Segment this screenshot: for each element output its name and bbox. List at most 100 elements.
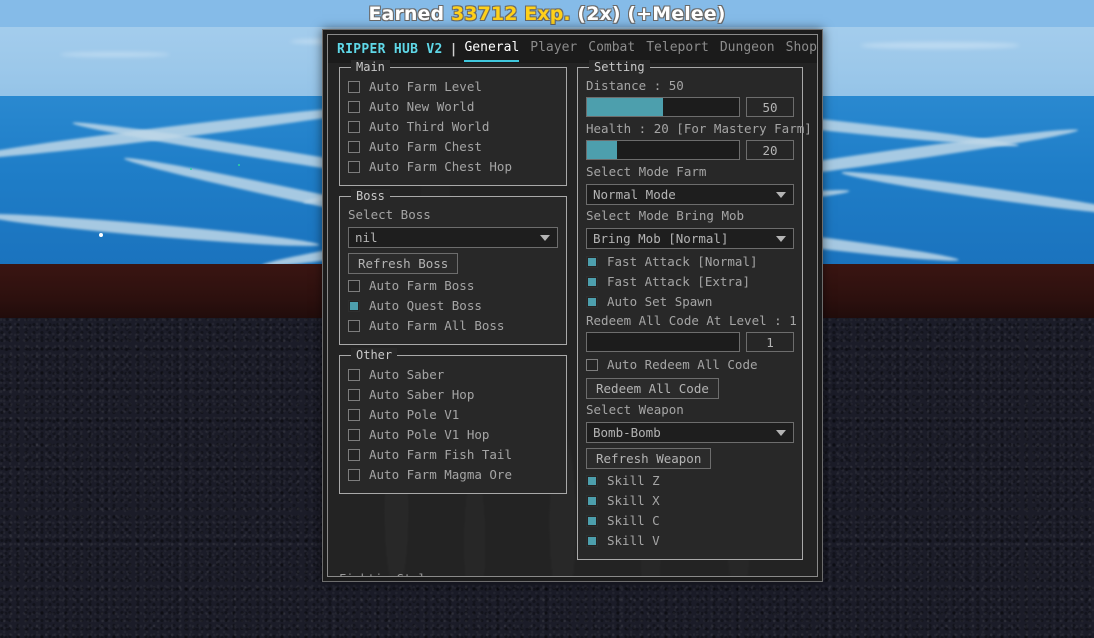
checkbox-box[interactable] [348, 161, 360, 173]
checkbox-box[interactable] [586, 296, 598, 308]
checkbox-skill-v[interactable]: Skill V [586, 531, 794, 551]
select-mode-bring-mob-dropdown[interactable]: Bring Mob [Normal] [586, 228, 794, 249]
checkbox-auto-saber[interactable]: Auto Saber [348, 365, 558, 385]
checkbox-box[interactable] [348, 469, 360, 481]
checkbox-auto-farm-chest-hop[interactable]: Auto Farm Chest Hop [348, 157, 558, 177]
health-value-box[interactable]: 20 [746, 140, 794, 160]
select-boss-value: nil [355, 230, 378, 245]
group-other-legend: Other [351, 348, 398, 362]
select-weapon-value: Bomb-Bomb [593, 425, 661, 440]
checkbox-label: Skill V [607, 533, 660, 548]
checkbox-fast-attack-extra[interactable]: Fast Attack [Extra] [586, 272, 794, 292]
checkbox-auto-farm-level[interactable]: Auto Farm Level [348, 77, 558, 97]
chevron-down-icon [776, 429, 786, 436]
water-sparkle [238, 164, 240, 166]
checkbox-label: Auto Saber Hop [369, 387, 475, 402]
checkbox-auto-new-world[interactable]: Auto New World [348, 97, 558, 117]
checkbox-label: Auto Farm Chest [369, 139, 482, 154]
hub-brand-title: RIPPER HUB V2 [337, 41, 443, 57]
checkbox-box[interactable] [586, 535, 598, 547]
tab-player[interactable]: Player [530, 36, 577, 62]
checkbox-box[interactable] [586, 495, 598, 507]
checkbox-fast-attack-normal[interactable]: Fast Attack [Normal] [586, 252, 794, 272]
checkbox-box[interactable] [348, 389, 360, 401]
right-column: Setting Distance : 50 50 Health : 20 [Fo… [339, 60, 812, 576]
tab-shop[interactable]: Shop [786, 36, 817, 62]
checkbox-label: Auto Redeem All Code [607, 357, 758, 372]
checkbox-label: Skill Z [607, 473, 660, 488]
checkbox-auto-pole-v1[interactable]: Auto Pole V1 [348, 405, 558, 425]
checkbox-box[interactable] [348, 121, 360, 133]
chevron-down-icon [776, 191, 786, 198]
checkbox-label: Auto Farm All Boss [369, 318, 505, 333]
tab-teleport[interactable]: Teleport [646, 36, 709, 62]
checkbox-box[interactable] [586, 276, 598, 288]
checkbox-skill-c[interactable]: Skill C [586, 511, 794, 531]
group-main-legend: Main [351, 60, 390, 74]
checkbox-skill-x[interactable]: Skill X [586, 491, 794, 511]
checkbox-auto-redeem-all-code[interactable]: Auto Redeem All Code [586, 355, 794, 375]
tab-general[interactable]: General [464, 36, 520, 62]
checkbox-auto-quest-boss[interactable]: Auto Quest Boss [348, 296, 558, 316]
exp-notification-banner: Earned 33712 Exp. (2x) (+Melee) [0, 0, 1094, 27]
checkbox-auto-farm-fish-tail[interactable]: Auto Farm Fish Tail [348, 445, 558, 465]
checkbox-auto-farm-magma-ore[interactable]: Auto Farm Magma Ore [348, 465, 558, 485]
checkbox-box[interactable] [586, 359, 598, 371]
white-dot [99, 233, 103, 237]
redeem-level-label: Redeem All Code At Level : 1 [586, 313, 797, 328]
checkbox-box[interactable] [586, 475, 598, 487]
cloud [860, 42, 1020, 49]
select-mode-farm-value: Normal Mode [593, 187, 676, 202]
health-label: Health : 20 [For Mastery Farm] [586, 121, 812, 136]
redeem-level-slider[interactable] [586, 332, 740, 352]
ripper-hub-window[interactable]: RIPPER HUB V2 | General Player Combat Te… [322, 29, 823, 582]
distance-slider[interactable] [586, 97, 740, 117]
checkbox-box[interactable] [348, 409, 360, 421]
health-slider[interactable] [586, 140, 740, 160]
chevron-down-icon [540, 234, 550, 241]
exp-notification-text: Earned 33712 Exp. (2x) (+Melee) [368, 3, 725, 25]
chevron-down-icon [776, 235, 786, 242]
tab-combat[interactable]: Combat [588, 36, 635, 62]
checkbox-box[interactable] [348, 280, 360, 292]
checkbox-box[interactable] [348, 449, 360, 461]
select-weapon-label: Select Weapon [586, 402, 684, 417]
checkbox-auto-farm-chest[interactable]: Auto Farm Chest [348, 137, 558, 157]
select-boss-dropdown[interactable]: nil [348, 227, 558, 248]
checkbox-box[interactable] [348, 300, 360, 312]
select-mode-bring-mob-value: Bring Mob [Normal] [593, 231, 729, 246]
select-mode-farm-dropdown[interactable]: Normal Mode [586, 184, 794, 205]
refresh-weapon-button[interactable]: Refresh Weapon [586, 448, 712, 469]
slider-fill [587, 98, 663, 116]
checkbox-label: Auto Set Spawn [607, 294, 713, 309]
checkbox-label: Auto Farm Magma Ore [369, 467, 512, 482]
checkbox-label: Auto Saber [369, 367, 445, 382]
distance-value-box[interactable]: 50 [746, 97, 794, 117]
checkbox-box[interactable] [586, 256, 598, 268]
checkbox-auto-farm-all-boss[interactable]: Auto Farm All Boss [348, 316, 558, 336]
checkbox-auto-third-world[interactable]: Auto Third World [348, 117, 558, 137]
checkbox-auto-farm-boss[interactable]: Auto Farm Boss [348, 276, 558, 296]
refresh-boss-button[interactable]: Refresh Boss [348, 253, 459, 274]
select-mode-bring-mob-label: Select Mode Bring Mob [586, 208, 745, 223]
checkbox-label: Skill C [607, 513, 660, 528]
checkbox-auto-pole-v1-hop[interactable]: Auto Pole V1 Hop [348, 425, 558, 445]
checkbox-auto-saber-hop[interactable]: Auto Saber Hop [348, 385, 558, 405]
tab-dungeon[interactable]: Dungeon [720, 36, 775, 62]
checkbox-label: Fast Attack [Extra] [607, 274, 750, 289]
checkbox-box[interactable] [348, 369, 360, 381]
checkbox-box[interactable] [586, 515, 598, 527]
checkbox-box[interactable] [348, 429, 360, 441]
checkbox-auto-set-spawn[interactable]: Auto Set Spawn [586, 292, 794, 312]
checkbox-box[interactable] [348, 141, 360, 153]
water-sparkle [190, 168, 192, 170]
checkbox-label: Auto New World [369, 99, 475, 114]
checkbox-box[interactable] [348, 81, 360, 93]
checkbox-box[interactable] [348, 320, 360, 332]
select-weapon-dropdown[interactable]: Bomb-Bomb [586, 422, 794, 443]
checkbox-box[interactable] [348, 101, 360, 113]
redeem-all-code-button[interactable]: Redeem All Code [586, 378, 719, 399]
distance-slider-row: 50 [586, 97, 794, 117]
checkbox-skill-z[interactable]: Skill Z [586, 471, 794, 491]
redeem-level-value-box[interactable]: 1 [746, 332, 794, 352]
